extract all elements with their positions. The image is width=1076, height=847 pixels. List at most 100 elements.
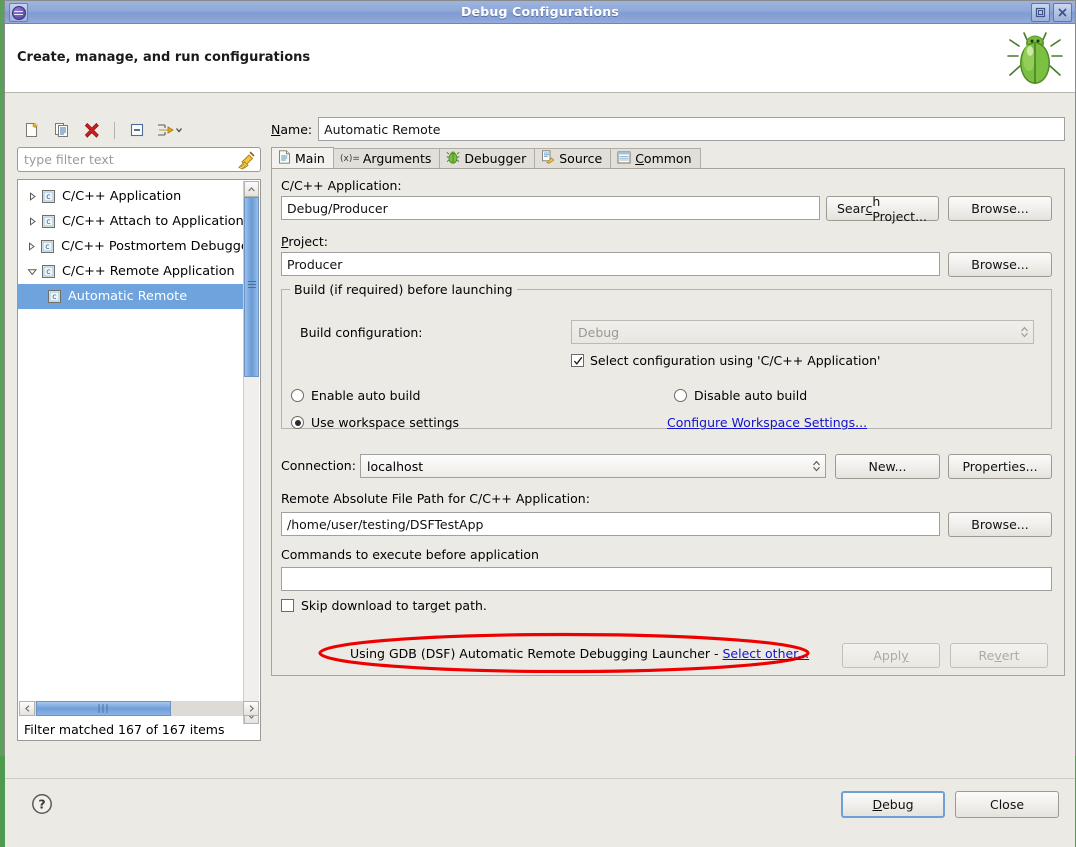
search-input[interactable]: type filter text bbox=[18, 152, 235, 167]
common-icon bbox=[617, 151, 631, 167]
select-other-launcher-link[interactable]: Select other... bbox=[722, 646, 809, 661]
tab-common[interactable]: Common bbox=[610, 148, 701, 168]
use-workspace-settings-label: Use workspace settings bbox=[311, 415, 460, 430]
use-workspace-settings-row[interactable]: Use workspace settings bbox=[291, 415, 459, 430]
select-configuration-checkbox-row[interactable]: Select configuration using 'C/C++ Applic… bbox=[571, 353, 880, 368]
spinner-arrows-icon bbox=[1015, 326, 1033, 338]
svg-text:c: c bbox=[45, 242, 49, 251]
scrollbar-thumb[interactable] bbox=[244, 197, 259, 377]
cpp-application-input[interactable]: Debug/Producer bbox=[281, 196, 820, 220]
dialog-action-buttons: Debug Close bbox=[841, 791, 1059, 818]
tree-item-label: C/C++ Attach to Application bbox=[62, 214, 244, 229]
close-button[interactable]: Close bbox=[955, 791, 1059, 818]
dialog-footer: ? Debug Close bbox=[5, 778, 1075, 847]
cpp-application-label: C/C++ Application: bbox=[281, 178, 402, 193]
project-label: Project: bbox=[281, 234, 328, 249]
skip-download-row[interactable]: Skip download to target path. bbox=[281, 598, 487, 613]
chevron-right-icon[interactable] bbox=[24, 217, 40, 226]
close-icon[interactable] bbox=[1053, 3, 1072, 22]
chevron-right-icon[interactable] bbox=[24, 242, 39, 251]
tab-source[interactable]: Source bbox=[534, 148, 612, 168]
revert-button[interactable]: Re v ert bbox=[950, 643, 1048, 668]
tree-item-label: C/C++ Application bbox=[62, 189, 182, 204]
tree-vertical-scrollbar[interactable] bbox=[243, 181, 259, 724]
skip-download-checkbox[interactable] bbox=[281, 599, 294, 612]
browse-project-button[interactable]: Browse... bbox=[948, 252, 1052, 277]
enable-auto-build-radio[interactable] bbox=[291, 389, 304, 402]
new-launch-configuration-icon[interactable] bbox=[19, 118, 45, 142]
select-configuration-checkbox[interactable] bbox=[571, 354, 584, 367]
collapse-all-icon[interactable] bbox=[124, 118, 150, 142]
broom-icon[interactable] bbox=[235, 150, 257, 170]
main-tab-panel: C/C++ Application: Debug/Producer Sear c h… bbox=[271, 168, 1065, 676]
configurations-tree[interactable]: c C/C++ Application c C/C++ Attach to Ap… bbox=[17, 179, 261, 741]
filter-launch-configurations-icon[interactable] bbox=[154, 118, 186, 142]
bug-small-icon bbox=[446, 150, 460, 167]
tab-arguments[interactable]: (x)= Arguments bbox=[332, 148, 441, 168]
tree-item-label: C/C++ Remote Application bbox=[62, 264, 235, 279]
name-row: Name: Automatic Remote bbox=[271, 117, 1065, 141]
select-configuration-label: Select configuration using 'C/C++ Applic… bbox=[590, 353, 881, 368]
configure-workspace-settings-link[interactable]: Configure Workspace Settings... bbox=[667, 415, 867, 430]
commands-label: Commands to execute before application bbox=[281, 547, 539, 562]
document-icon bbox=[278, 149, 291, 167]
chevron-down-icon[interactable] bbox=[24, 267, 40, 276]
tree-item-cpp-attach-to-application[interactable]: c C/C++ Attach to Application bbox=[18, 209, 244, 234]
tab-debugger[interactable]: Debugger bbox=[439, 148, 536, 168]
debug-button[interactable]: Debug bbox=[841, 791, 945, 818]
source-lookup-icon bbox=[541, 150, 555, 167]
dialog-body: type filter text c C/C++ Application c C… bbox=[5, 93, 1075, 847]
launcher-description: Using GDB (DSF) Automatic Remote Debuggi… bbox=[350, 646, 809, 661]
toolbar-separator bbox=[114, 121, 115, 139]
c-file-icon: c bbox=[46, 289, 63, 304]
browse-application-button[interactable]: Browse... bbox=[948, 196, 1052, 221]
duplicate-icon[interactable] bbox=[49, 118, 75, 142]
svg-text:c: c bbox=[46, 192, 50, 201]
new-connection-button[interactable]: New... bbox=[835, 454, 940, 479]
connection-select[interactable]: localhost bbox=[360, 454, 826, 478]
search-project-button[interactable]: Sear c h Project... bbox=[826, 194, 939, 224]
tree-item-cpp-remote-application[interactable]: c C/C++ Remote Application bbox=[18, 259, 244, 284]
filter-input-wrapper[interactable]: type filter text bbox=[17, 147, 261, 172]
enable-auto-build-row[interactable]: Enable auto build bbox=[291, 388, 420, 403]
c-file-icon: c bbox=[39, 239, 56, 254]
apply-button[interactable]: Appl y bbox=[842, 643, 940, 668]
tree-item-automatic-remote[interactable]: c Automatic Remote bbox=[18, 284, 244, 309]
tree-item-label: Automatic Remote bbox=[68, 289, 188, 304]
svg-text:(x)=: (x)= bbox=[340, 154, 359, 164]
tree-horizontal-scrollbar[interactable]: ||| bbox=[19, 701, 259, 716]
config-name-input[interactable]: Automatic Remote bbox=[318, 117, 1065, 141]
use-workspace-settings-radio[interactable] bbox=[291, 416, 304, 429]
variables-icon: (x)= bbox=[340, 151, 360, 167]
c-file-icon: c bbox=[40, 189, 57, 204]
remote-path-label: Remote Absolute File Path for C/C++ Appl… bbox=[281, 491, 590, 506]
spinner-arrows-icon bbox=[807, 460, 825, 472]
tree-item-label: C/C++ Postmortem Debugger bbox=[61, 239, 244, 254]
disable-auto-build-radio[interactable] bbox=[674, 389, 687, 402]
help-icon[interactable]: ? bbox=[31, 793, 53, 815]
commands-input[interactable] bbox=[281, 567, 1052, 591]
delete-icon[interactable] bbox=[79, 118, 105, 142]
scroll-right-icon[interactable] bbox=[243, 701, 259, 716]
chevron-right-icon[interactable] bbox=[24, 192, 40, 201]
build-configuration-select[interactable]: Debug bbox=[571, 320, 1034, 344]
scroll-left-icon[interactable] bbox=[19, 701, 35, 716]
svg-text:c: c bbox=[46, 267, 50, 276]
browse-remote-path-button[interactable]: Browse... bbox=[948, 512, 1052, 537]
build-configuration-label: Build configuration: bbox=[300, 325, 423, 340]
project-input[interactable]: Producer bbox=[281, 252, 940, 276]
remote-path-input[interactable]: /home/user/testing/DSFTestApp bbox=[281, 512, 940, 536]
tree-item-cpp-application[interactable]: c C/C++ Application bbox=[18, 184, 244, 209]
disable-auto-build-label: Disable auto build bbox=[694, 388, 808, 403]
connection-properties-button[interactable]: Properties... bbox=[948, 454, 1052, 479]
c-file-icon: c bbox=[40, 214, 57, 229]
scroll-up-icon[interactable] bbox=[244, 181, 259, 197]
bug-icon bbox=[1005, 30, 1065, 88]
svg-text:c: c bbox=[46, 217, 50, 226]
tab-main[interactable]: Main bbox=[271, 147, 334, 168]
name-label: Name: bbox=[271, 121, 313, 137]
tree-item-cpp-postmortem-debugger[interactable]: c C/C++ Postmortem Debugger bbox=[18, 234, 244, 259]
disable-auto-build-row[interactable]: Disable auto build bbox=[674, 388, 807, 403]
scrollbar-thumb-horizontal[interactable]: ||| bbox=[36, 701, 171, 716]
maximize-icon[interactable] bbox=[1031, 3, 1050, 22]
